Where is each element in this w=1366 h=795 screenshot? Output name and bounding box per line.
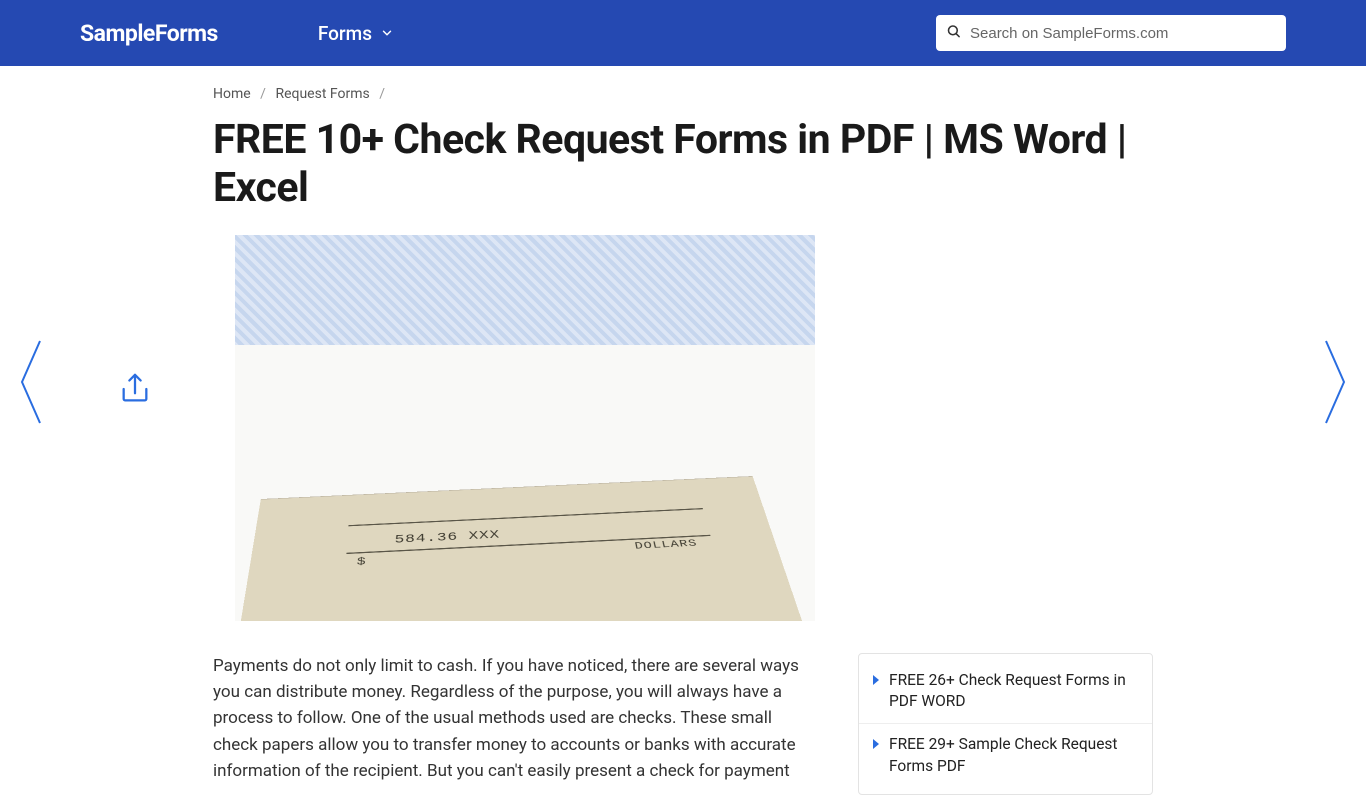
check-amount: 584.36 XXX: [394, 529, 500, 547]
search-input[interactable]: [936, 15, 1286, 51]
page-title: FREE 10+ Check Request Forms in PDF | MS…: [213, 116, 1153, 213]
breadcrumb-separator: /: [379, 86, 385, 102]
related-sidebar: FREE 26+ Check Request Forms in PDF WORD…: [858, 653, 1153, 795]
share-button[interactable]: [118, 372, 152, 410]
main-nav: Forms: [318, 22, 394, 45]
article-intro: Payments do not only limit to cash. If y…: [213, 653, 818, 795]
site-logo[interactable]: SampleForms: [80, 20, 218, 47]
prev-page-arrow[interactable]: [18, 337, 44, 431]
sidebar-item[interactable]: FREE 26+ Check Request Forms in PDF WORD: [859, 660, 1152, 724]
breadcrumb-category[interactable]: Request Forms: [275, 86, 369, 102]
nav-forms-label: Forms: [318, 22, 372, 45]
chevron-down-icon: [380, 22, 394, 45]
site-header: SampleForms Forms: [0, 0, 1366, 66]
nav-forms-dropdown[interactable]: Forms: [318, 22, 394, 45]
breadcrumb-home[interactable]: Home: [213, 86, 251, 102]
hero-image: 584.36 XXX $ DOLLARS: [235, 235, 815, 621]
check-dollar-sign: $: [356, 555, 366, 567]
breadcrumb: Home / Request Forms /: [213, 86, 1153, 102]
main-container: Home / Request Forms / FREE 10+ Check Re…: [213, 66, 1153, 795]
search-wrapper: [936, 15, 1286, 51]
check-dollars-label: DOLLARS: [634, 538, 699, 552]
body-row: Payments do not only limit to cash. If y…: [213, 653, 1153, 795]
next-page-arrow[interactable]: [1322, 337, 1348, 431]
breadcrumb-separator: /: [260, 86, 266, 102]
sidebar-item[interactable]: FREE 29+ Sample Check Request Forms PDF: [859, 724, 1152, 787]
